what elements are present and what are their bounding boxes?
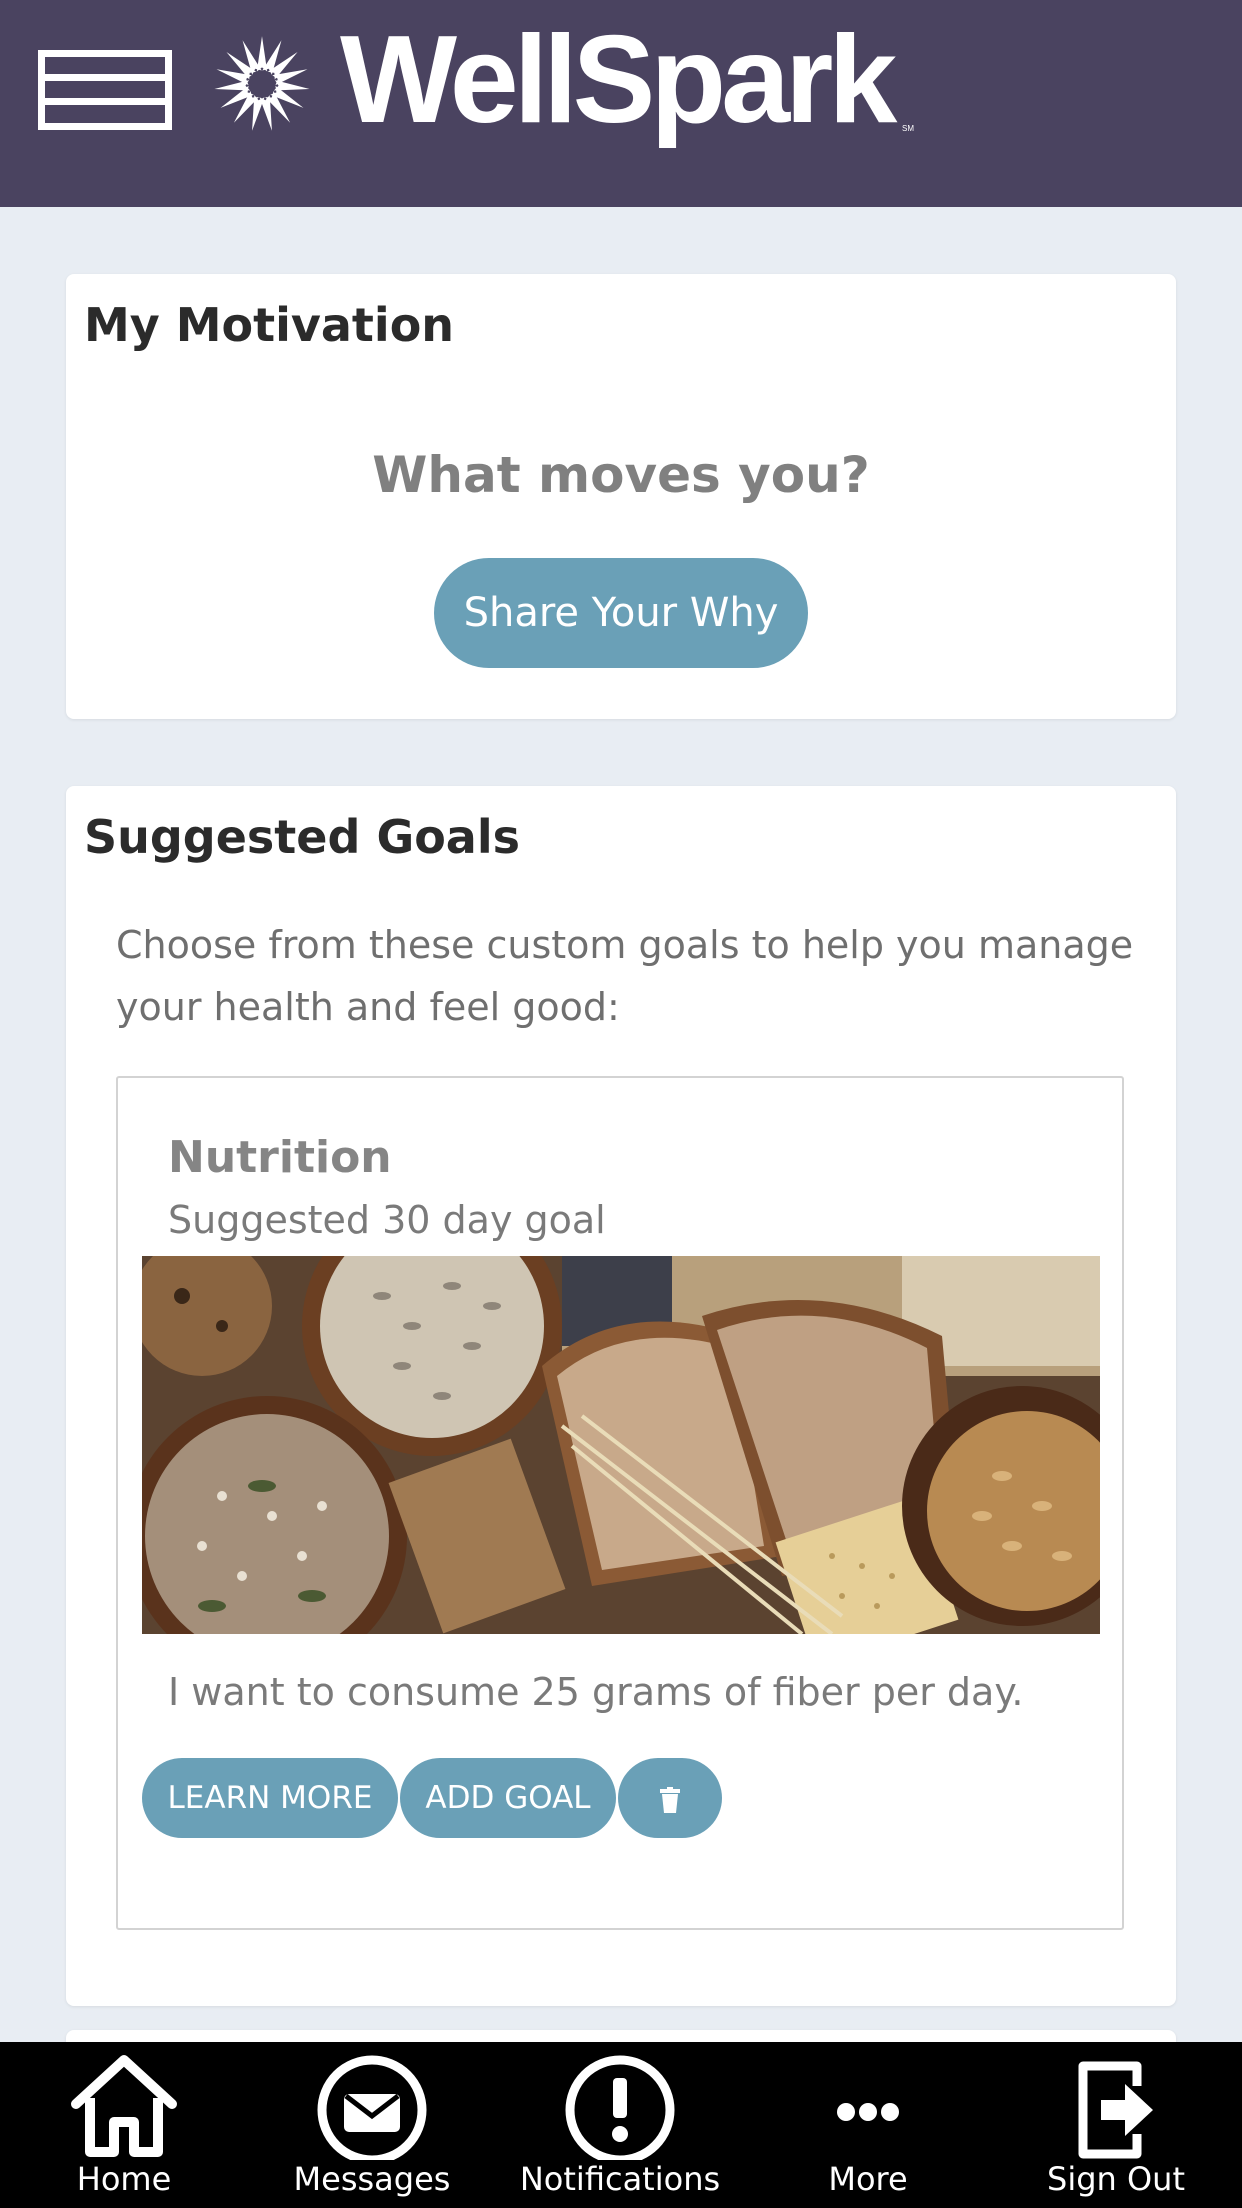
nav-messages[interactable]: Messages bbox=[248, 2042, 496, 2208]
suggested-goals-title: Suggested Goals bbox=[84, 810, 520, 864]
exclamation-circle-icon bbox=[565, 2055, 675, 2160]
nav-notifications[interactable]: Notifications bbox=[496, 2042, 744, 2208]
goal-duration: Suggested 30 day goal bbox=[168, 1198, 606, 1242]
nav-home-label: Home bbox=[76, 2160, 172, 2198]
delete-goal-button[interactable] bbox=[618, 1758, 722, 1838]
learn-more-button[interactable]: LEARN MORE bbox=[142, 1758, 398, 1838]
app-header: WellSpark SM bbox=[0, 0, 1242, 207]
motivation-title: My Motivation bbox=[84, 298, 455, 352]
grains-bread-photo bbox=[142, 1256, 1100, 1634]
bottom-navigation: Home Messages Notifications More Sign Ou… bbox=[0, 2042, 1242, 2208]
goal-category: Nutrition bbox=[168, 1132, 392, 1183]
suggested-goals-intro: Choose from these custom goals to help y… bbox=[116, 923, 1134, 1029]
hamburger-menu-icon[interactable] bbox=[38, 50, 172, 130]
goal-description: I want to consume 25 grams of fiber per … bbox=[168, 1670, 1024, 1714]
more-dots-icon bbox=[837, 2103, 899, 2121]
nav-sign-out-label: Sign Out bbox=[1047, 2160, 1185, 2198]
motivation-card: My Motivation What moves you? Share Your… bbox=[66, 274, 1176, 719]
nav-notifications-label: Notifications bbox=[519, 2160, 721, 2198]
spark-burst-logo-icon bbox=[214, 36, 310, 131]
trash-icon bbox=[660, 1786, 680, 1813]
motivation-prompt: What moves you? bbox=[372, 446, 870, 504]
grains-bread-illustration bbox=[142, 1256, 1100, 1634]
sign-out-icon bbox=[1078, 2061, 1153, 2159]
home-icon bbox=[71, 2055, 177, 2157]
nav-more[interactable]: More bbox=[744, 2042, 992, 2208]
envelope-icon bbox=[317, 2055, 427, 2160]
nav-messages-label: Messages bbox=[293, 2160, 451, 2198]
nav-home[interactable]: Home bbox=[0, 2042, 248, 2208]
share-your-why-button[interactable]: Share Your Why bbox=[434, 558, 808, 668]
add-goal-button[interactable]: ADD GOAL bbox=[400, 1758, 616, 1838]
suggested-goals-card: Suggested Goals Choose from these custom… bbox=[66, 786, 1176, 2006]
brand-logo-text: WellSpark bbox=[340, 11, 897, 149]
nav-sign-out[interactable]: Sign Out bbox=[992, 2042, 1242, 2208]
service-mark: SM bbox=[902, 124, 914, 133]
nav-more-label: More bbox=[828, 2160, 908, 2198]
goal-card: Nutrition Suggested 30 day goal I want t… bbox=[116, 1076, 1124, 1930]
